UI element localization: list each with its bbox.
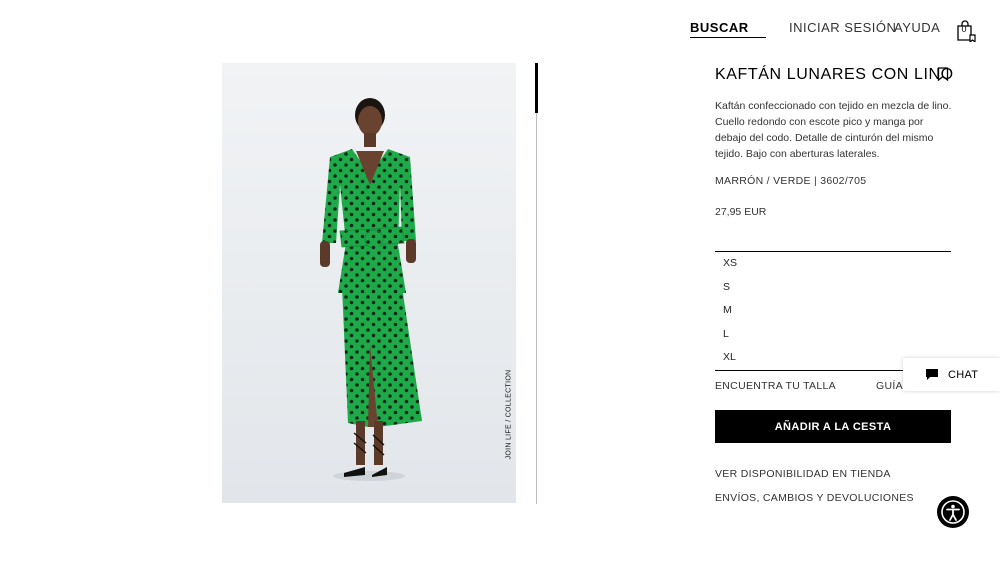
collection-tag: JOIN LIFE / COLLECTION: [505, 369, 513, 460]
size-selector[interactable]: XS S M L XL: [715, 252, 951, 370]
find-size-link[interactable]: ENCUENTRA TU TALLA: [715, 380, 836, 392]
accessibility-icon: [941, 500, 965, 524]
shipping-returns-link[interactable]: ENVÍOS, CAMBIOS Y DEVOLUCIONES: [715, 492, 914, 504]
add-to-cart-button[interactable]: AÑADIR A LA CESTA: [715, 410, 951, 443]
chat-bubble-icon: [926, 369, 938, 380]
product-description: Kaftán confeccionado con tejido en mezcl…: [715, 100, 952, 160]
size-option-l[interactable]: L: [715, 323, 951, 347]
login-link[interactable]: INICIAR SESIÓN: [789, 20, 896, 35]
accessibility-button[interactable]: [937, 496, 969, 528]
chat-button[interactable]: CHAT: [903, 358, 1000, 391]
product-image[interactable]: [222, 63, 516, 503]
store-availability-link[interactable]: VER DISPONIBILIDAD EN TIENDA: [715, 468, 891, 480]
product-title: KAFTÁN LUNARES CON LINO: [715, 66, 954, 83]
color-reference: MARRÓN / VERDE | 3602/705: [715, 175, 867, 187]
cart-button[interactable]: 0: [955, 20, 977, 44]
size-option-s[interactable]: S: [715, 276, 951, 300]
search-button[interactable]: BUSCAR: [690, 20, 766, 38]
cart-count: 0: [961, 24, 967, 34]
help-link[interactable]: AYUDA: [894, 20, 940, 35]
bookmark-icon[interactable]: [937, 67, 949, 81]
product-price: 27,95 EUR: [715, 206, 767, 218]
size-option-m[interactable]: M: [715, 299, 951, 323]
gallery-scroll-thumb[interactable]: [535, 63, 538, 113]
gallery-scrollbar[interactable]: [536, 63, 537, 504]
product-photo: [222, 63, 516, 503]
size-guide-link[interactable]: GUÍA: [876, 380, 903, 392]
size-option-xs[interactable]: XS: [715, 252, 951, 276]
chat-label: CHAT: [948, 368, 979, 381]
